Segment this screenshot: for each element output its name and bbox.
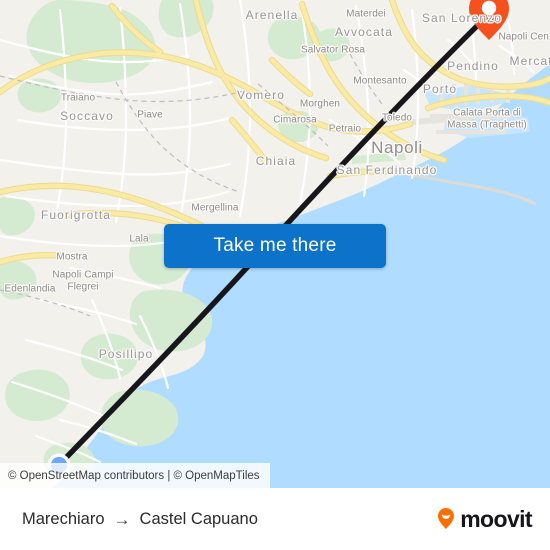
map-attribution[interactable]: © OpenStreetMap contributors | © OpenMap…	[0, 463, 270, 488]
take-me-there-button[interactable]: Take me there	[164, 224, 386, 268]
moovit-route-card: Arenella Materdei San Lorenzo Avvocata Salva…	[0, 0, 550, 550]
moovit-logo[interactable]: moovit	[433, 505, 533, 533]
footer-bar: Marechiaro → Castel Capuano moovit	[0, 488, 550, 550]
route-destination-label: Castel Capuano	[139, 509, 258, 528]
moovit-pin-icon	[438, 508, 455, 529]
map-canvas[interactable]: Arenella Materdei San Lorenzo Avvocata Salva…	[0, 0, 550, 488]
route-origin-label: Marechiaro	[22, 509, 105, 528]
route-summary: Marechiaro → Castel Capuano	[22, 510, 258, 529]
moovit-wordmark: moovit	[460, 505, 532, 532]
arrow-right-icon: →	[113, 509, 131, 529]
